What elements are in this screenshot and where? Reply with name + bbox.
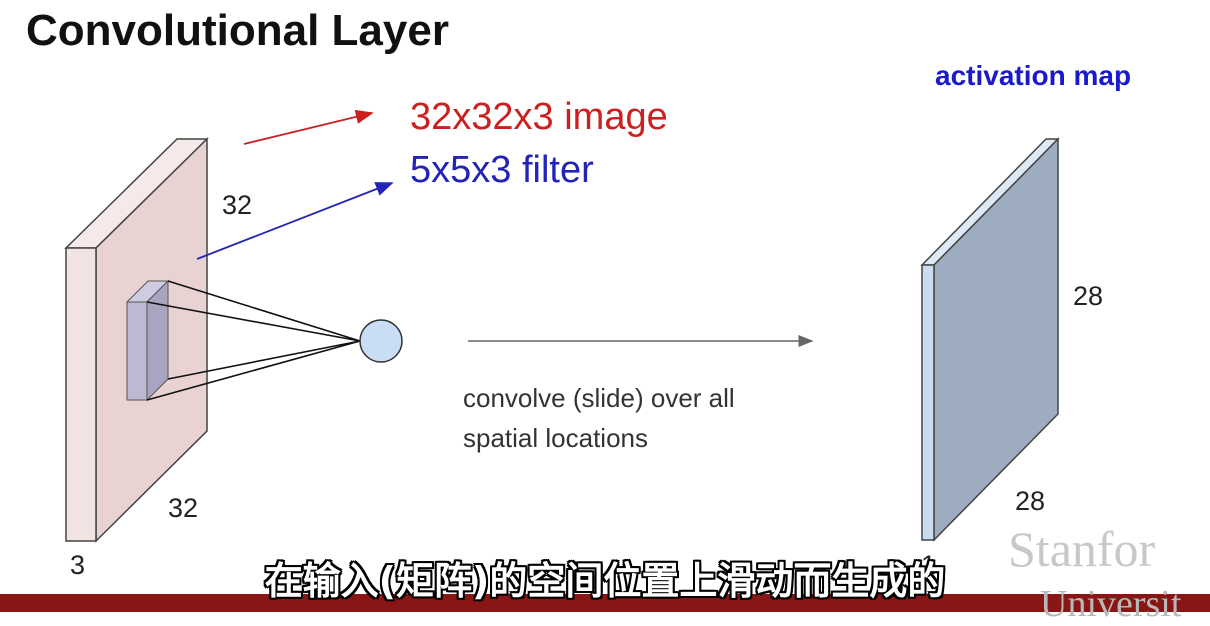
convolve-caption: convolve (slide) over all spatial locati… [463, 378, 735, 458]
activation-map-volume [920, 137, 1060, 542]
image-pointer-arrow [243, 109, 374, 145]
slide: Convolutional Layer activation map 32x32… [0, 0, 1210, 625]
output-neuron [359, 319, 403, 363]
input-width-label: 32 [168, 493, 199, 523]
activation-map-front [921, 264, 935, 541]
input-volume-front [65, 247, 97, 542]
caption-line-2: spatial locations [463, 423, 648, 453]
video-subtitle: 在输入(矩阵)的空间位置上滑动而生成的 [264, 559, 946, 603]
filter-box [125, 279, 170, 402]
input-height-label: 32 [222, 190, 253, 220]
caption-line-1: convolve (slide) over all [463, 383, 735, 413]
output-height-label: 28 [1073, 281, 1104, 311]
output-width-label: 28 [1015, 486, 1046, 516]
